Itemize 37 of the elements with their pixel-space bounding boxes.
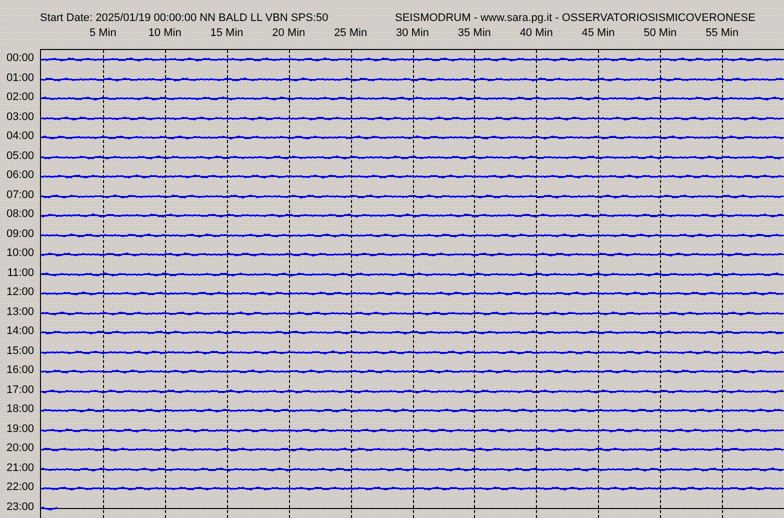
minute-label: 30 Min <box>396 26 430 39</box>
hour-label: 04:00 <box>5 129 35 144</box>
hour-label: 18:00 <box>5 402 35 417</box>
hour-label: 16:00 <box>5 363 35 378</box>
drum-title: SEISMODRUM - www.sara.pg.it - OSSERVATORIOSISMICOVERONESE <box>395 12 756 24</box>
hour-label: 14:00 <box>5 324 35 339</box>
hour-label: 17:00 <box>5 382 35 398</box>
hour-label: 07:00 <box>5 188 35 202</box>
minute-label: 40 Min <box>520 26 553 39</box>
start-info: Start Date: 2025/01/19 00:00:00 NN BALD LL VBN SPS:50 <box>40 12 330 24</box>
minute-label: 45 Min <box>582 26 615 39</box>
hour-label: 02:00 <box>5 90 35 105</box>
minute-label: 25 Min <box>334 26 368 39</box>
hour-label: 21:00 <box>5 460 35 476</box>
minute-label: 10 Min <box>148 26 182 39</box>
hour-label: 15:00 <box>5 344 35 358</box>
hour-label: 06:00 <box>5 168 35 183</box>
minute-label: 35 Min <box>458 26 491 39</box>
hour-label: 23:00 <box>5 500 35 514</box>
minute-label: 15 Min <box>210 26 244 39</box>
hour-label: 22:00 <box>5 480 35 495</box>
minute-label: 20 Min <box>272 26 306 39</box>
hour-label: 11:00 <box>6 266 35 280</box>
hour-label: 08:00 <box>5 207 35 222</box>
hour-label: 20:00 <box>5 441 35 456</box>
hour-label: 12:00 <box>5 285 35 300</box>
hour-label: 03:00 <box>5 110 35 124</box>
hour-label: 10:00 <box>5 246 35 261</box>
minute-label: 50 Min <box>644 26 677 39</box>
hour-label: 00:00 <box>5 51 35 66</box>
hour-label: 05:00 <box>5 148 35 164</box>
hour-label: 13:00 <box>5 304 35 320</box>
hour-label: 09:00 <box>5 226 35 242</box>
minute-label: 5 Min <box>89 26 116 39</box>
hour-label: 19:00 <box>5 422 35 436</box>
minute-label: 55 Min <box>706 26 739 39</box>
hour-label: 01:00 <box>5 70 35 86</box>
